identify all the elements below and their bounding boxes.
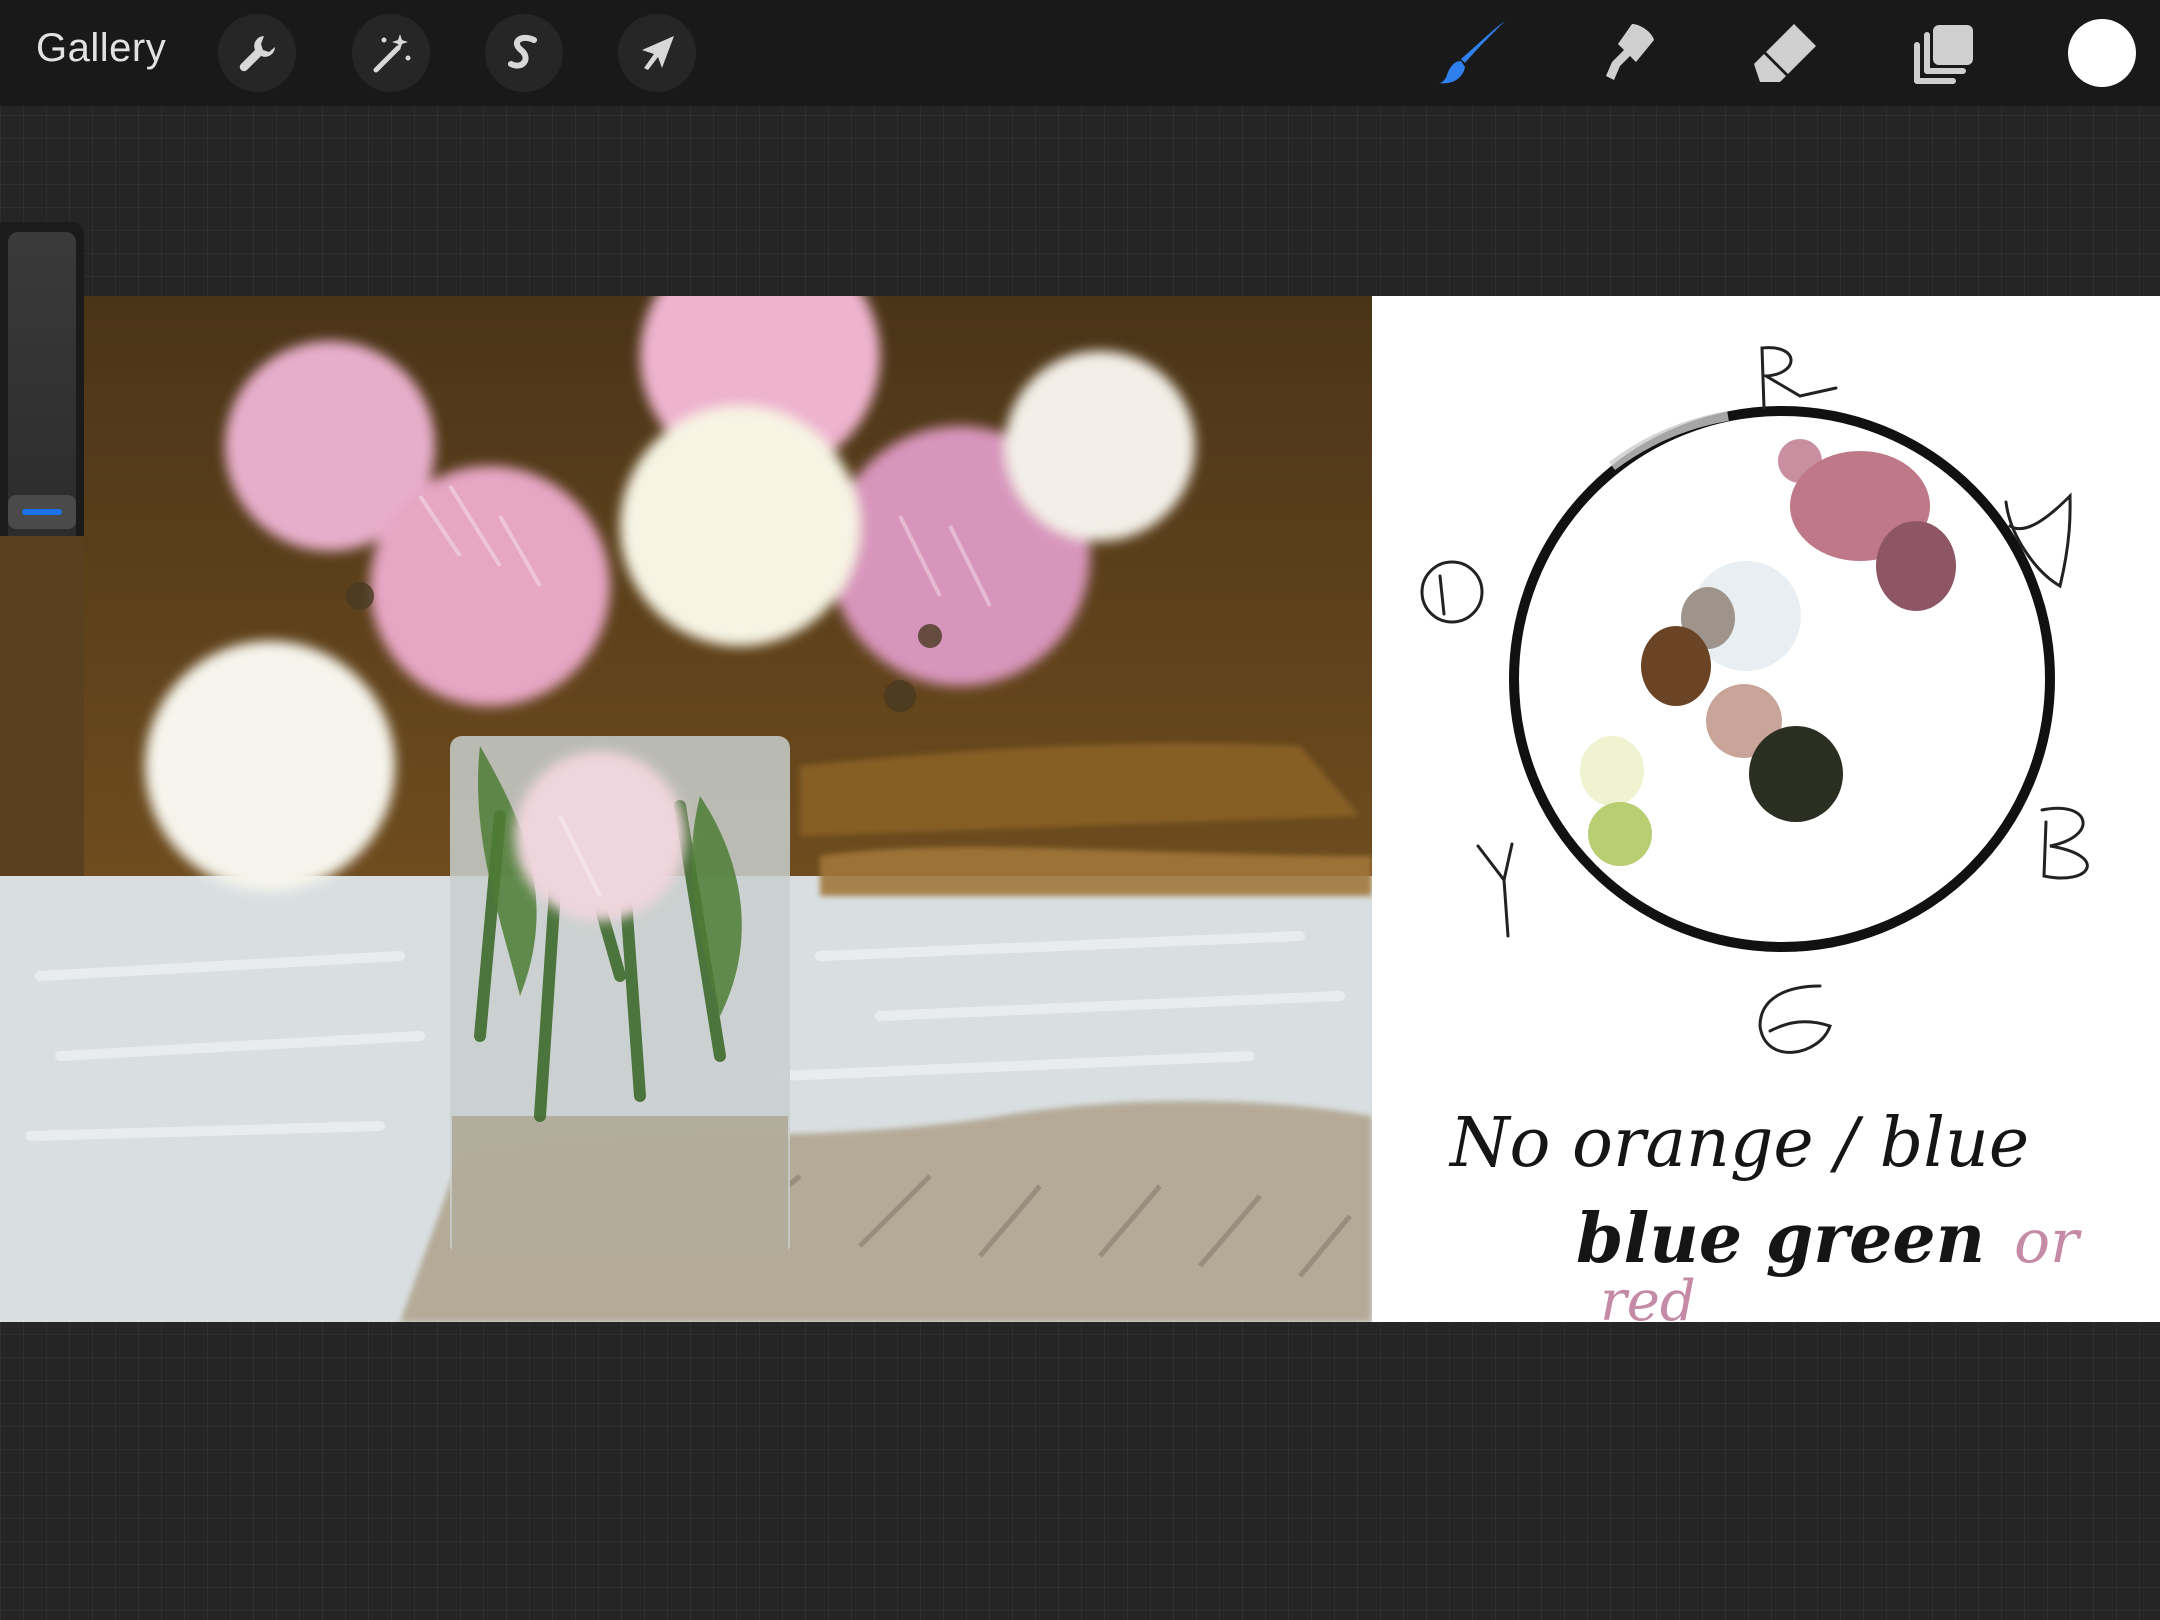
actions-button[interactable]	[218, 14, 296, 92]
white-peony-1	[1005, 351, 1195, 541]
brush-icon	[1439, 21, 1505, 84]
adjustments-button[interactable]	[352, 14, 430, 92]
brush-button[interactable]	[1434, 14, 1512, 92]
white-peony-3	[145, 641, 395, 891]
smudge-finger-icon	[1606, 24, 1654, 80]
note-red: red	[1600, 1269, 1696, 1322]
arrow-cursor-icon	[642, 36, 674, 70]
selection-button[interactable]	[485, 14, 563, 92]
note-line-1: No orange / blue	[1448, 1104, 2029, 1183]
eraser-icon	[1754, 24, 1816, 82]
wrench-icon	[239, 36, 275, 72]
top-toolbar: Gallery	[0, 0, 2160, 106]
painting	[0, 296, 1372, 1322]
smudge-button[interactable]	[1590, 14, 1668, 92]
pink-peony-2	[370, 466, 610, 706]
note-line-2: blue green	[1576, 1199, 1985, 1279]
gallery-button[interactable]: Gallery	[36, 26, 166, 71]
drawing-canvas[interactable]: No orange / blue blue green or red	[0, 296, 2160, 1322]
artwork: No orange / blue blue green or red	[0, 296, 2160, 1322]
color-picker-button[interactable]	[2068, 19, 2136, 87]
transform-button[interactable]	[618, 14, 696, 92]
magic-wand-icon	[373, 34, 411, 73]
layers-icon	[1914, 25, 1973, 84]
white-peony-2	[620, 406, 860, 646]
layers-button[interactable]	[1906, 14, 1984, 92]
note-or: or	[2014, 1207, 2082, 1277]
selection-s-icon	[508, 34, 537, 69]
eraser-button[interactable]	[1746, 14, 1824, 92]
color-reference-panel: No orange / blue blue green or red	[1372, 296, 2160, 1322]
